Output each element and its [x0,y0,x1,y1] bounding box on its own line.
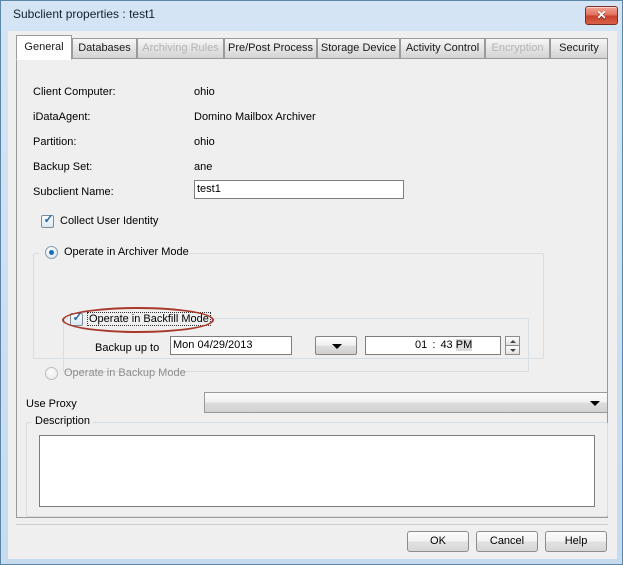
spinner-down-button[interactable] [505,345,520,355]
backup-set-label: Backup Set: [33,161,92,173]
chevron-down-icon [332,344,342,349]
partition-label: Partition: [33,136,76,148]
partition-value: ohio [194,136,215,148]
backup-date-input[interactable]: Mon 04/29/2013 [170,336,292,355]
use-proxy-label: Use Proxy [26,398,77,410]
dialog-window: Subclient properties : test1 ✕ General D… [0,0,623,565]
backup-date-dropdown-button[interactable] [315,336,357,355]
ok-button[interactable]: OK [407,531,469,552]
backup-mode-label[interactable]: Operate in Backup Mode [64,367,186,379]
backup-set-value: ane [194,161,212,173]
subclient-name-input[interactable]: test1 [194,180,404,199]
cancel-button[interactable]: Cancel [476,531,538,552]
backup-up-to-label: Backup up to [95,342,159,354]
title-bar: Subclient properties : test1 ✕ [1,1,623,31]
backup-time-separator: : [432,339,435,351]
archiver-mode-radio[interactable] [45,246,58,259]
backup-mode-radio[interactable] [45,367,58,380]
collect-user-identity-label[interactable]: Collect User Identity [60,215,158,227]
client-computer-value: ohio [194,86,215,98]
client-computer-label: Client Computer: [33,86,116,98]
tab-encryption: Encryption [485,38,550,59]
close-button[interactable]: ✕ [585,6,618,25]
backup-time-minute: 43 [440,339,452,351]
tab-security[interactable]: Security [550,38,608,59]
backup-time-spinner[interactable] [505,336,520,355]
use-proxy-combobox[interactable] [204,392,608,413]
checkmark-icon: ✓ [72,311,83,324]
tab-activity-control[interactable]: Activity Control [400,38,485,59]
help-button[interactable]: Help [545,531,607,552]
description-textarea[interactable] [39,435,595,507]
collect-user-identity-checkbox[interactable]: ✓ [41,215,54,228]
window-title: Subclient properties : test1 [13,7,155,21]
backfill-mode-checkbox[interactable]: ✓ [70,313,83,326]
backup-time-meridiem[interactable]: PM [456,339,473,351]
idataagent-value: Domino Mailbox Archiver [194,111,316,123]
description-label: Description [32,415,93,427]
triangle-up-icon [510,340,516,343]
backfill-mode-label[interactable]: Operate in Backfill Mode [88,313,210,325]
tab-archiving-rules: Archiving Rules [137,38,224,59]
dialog-client-area: General Databases Archiving Rules Pre/Po… [8,31,617,559]
tab-strip: General Databases Archiving Rules Pre/Po… [16,35,608,59]
tab-databases[interactable]: Databases [72,38,137,59]
subclient-name-label: Subclient Name: [33,186,114,198]
triangle-down-icon [510,349,516,352]
checkmark-icon: ✓ [43,213,54,226]
archiver-mode-label[interactable]: Operate in Archiver Mode [64,246,189,258]
radio-dot-icon [49,250,54,255]
idataagent-label: iDataAgent: [33,111,90,123]
footer-separator [16,524,608,525]
tab-pre-post-process[interactable]: Pre/Post Process [224,38,317,59]
tab-general[interactable]: General [16,35,72,60]
close-icon: ✕ [586,7,617,24]
backup-time-input[interactable]: 01 : 43 PM [365,336,501,355]
tab-storage-device[interactable]: Storage Device [317,38,400,59]
chevron-down-icon [590,401,600,406]
backup-time-hour: 01 [415,339,427,351]
